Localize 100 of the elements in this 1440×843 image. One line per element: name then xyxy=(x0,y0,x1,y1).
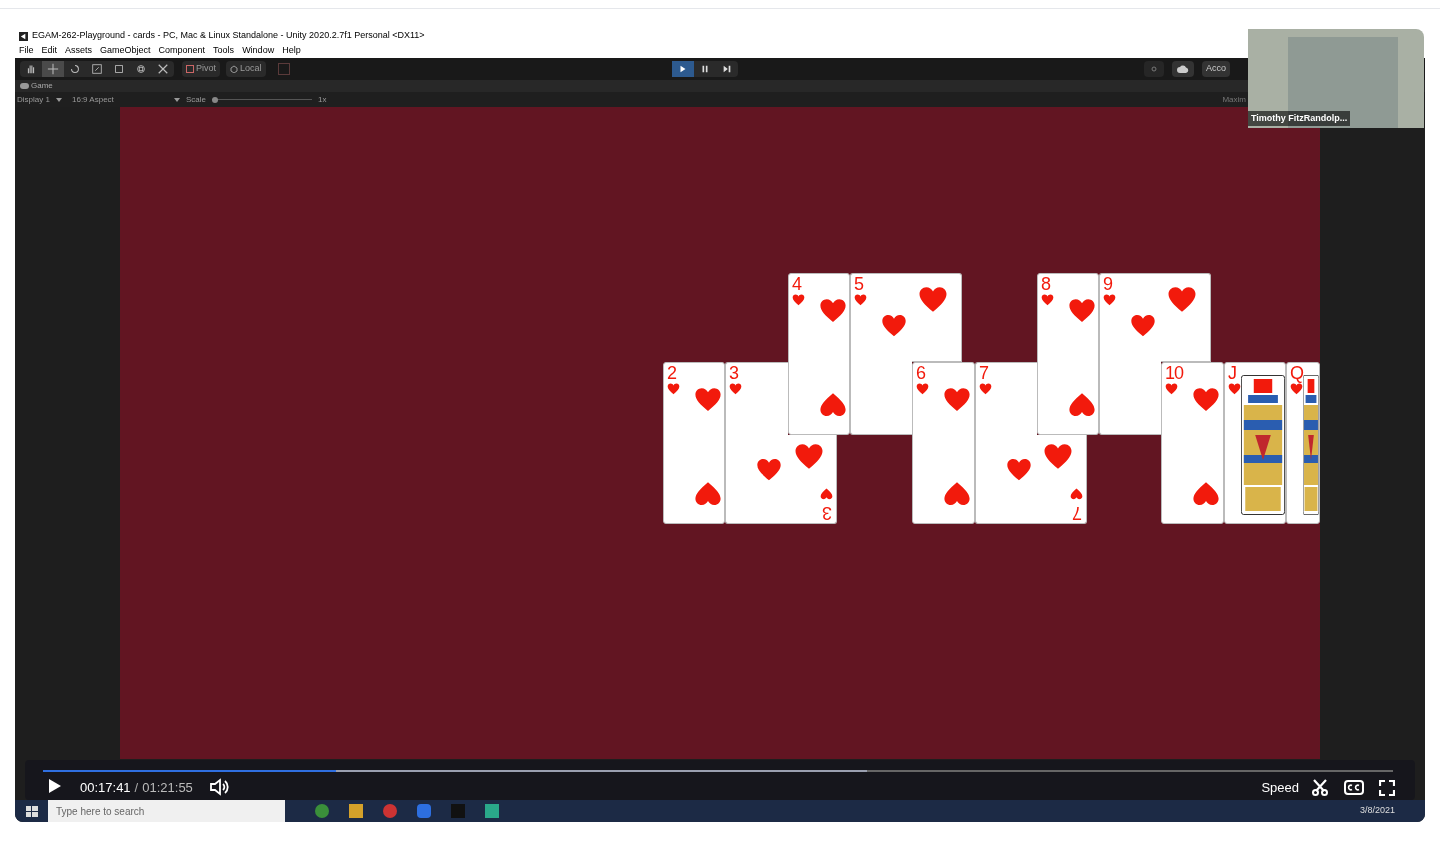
slider-thumb[interactable] xyxy=(212,96,218,103)
card-rank: 7 xyxy=(1072,503,1082,523)
playing-card[interactable]: Q xyxy=(1286,362,1320,524)
menu-item[interactable]: Window xyxy=(242,44,275,58)
pivot-button[interactable]: Pivot xyxy=(182,61,220,77)
game-tab[interactable]: Game xyxy=(31,80,53,92)
taskbar-app-icon[interactable] xyxy=(315,804,329,818)
scale-label: Scale xyxy=(186,93,206,106)
menu-item[interactable]: Edit xyxy=(41,44,58,58)
playing-card[interactable]: 7 xyxy=(975,362,1037,524)
heart-icon xyxy=(854,294,867,306)
account-button[interactable]: Acco xyxy=(1202,61,1230,77)
play-button[interactable] xyxy=(672,61,694,77)
circle-icon[interactable] xyxy=(1149,64,1159,74)
menu-item[interactable]: Assets xyxy=(65,44,93,58)
fullscreen-icon[interactable] xyxy=(1379,780,1395,796)
card-rank: 9 xyxy=(1103,274,1112,294)
taskbar-date: 3/8/2021 xyxy=(1359,804,1395,818)
menu-item[interactable]: Tools xyxy=(213,44,235,58)
card-rank: 4 xyxy=(792,274,801,294)
playing-card[interactable]: 8 xyxy=(1037,273,1099,435)
cloud-icon[interactable] xyxy=(1177,65,1189,73)
game-tab-icon xyxy=(20,83,29,89)
pivot-icon[interactable] xyxy=(186,65,194,73)
step-icon[interactable] xyxy=(722,64,732,74)
services-button[interactable] xyxy=(1144,61,1164,77)
search-placeholder: Type here to search xyxy=(56,804,145,819)
card-rank: 6 xyxy=(916,363,925,383)
cube-icon[interactable] xyxy=(230,65,238,73)
heart-icon xyxy=(918,286,948,313)
menu-item[interactable]: Component xyxy=(158,44,206,58)
playing-card[interactable]: 5 xyxy=(850,273,912,435)
playing-card[interactable]: 6 xyxy=(912,362,975,524)
heart-icon xyxy=(794,443,824,470)
card-rank: 2 xyxy=(667,363,676,383)
heart-icon xyxy=(1068,392,1096,418)
card-rank: 3 xyxy=(729,363,738,383)
pause-icon[interactable] xyxy=(700,64,710,74)
playing-card-corner[interactable]: 7 xyxy=(1037,435,1087,524)
aspect-dropdown[interactable]: 16:9 Aspect xyxy=(72,93,180,106)
display-dropdown[interactable]: Display 1 xyxy=(17,93,72,106)
heart-icon xyxy=(820,488,833,500)
current-time: 00:17:41 xyxy=(80,778,131,797)
card-rank: 3 xyxy=(822,503,832,523)
playing-card-corner[interactable]: 3 xyxy=(788,435,837,524)
playing-card[interactable]: J xyxy=(1224,362,1286,524)
scale-value: 1x xyxy=(318,93,327,106)
caret-icon[interactable] xyxy=(55,97,62,102)
menu-item[interactable]: Help xyxy=(282,44,301,58)
card-rank: 7 xyxy=(979,363,988,383)
time-separator: / xyxy=(134,778,139,797)
heart-icon xyxy=(1192,387,1220,413)
heart-icon xyxy=(916,383,929,395)
heart-icon xyxy=(1006,458,1032,482)
heart-icon xyxy=(1043,443,1073,470)
local-button[interactable]: Local xyxy=(226,61,266,77)
play-icon[interactable] xyxy=(678,64,688,74)
taskbar-app-icon[interactable] xyxy=(383,804,397,818)
menu-item[interactable]: File xyxy=(19,44,34,58)
maximize-button[interactable]: Maxim xyxy=(1222,93,1246,106)
heart-icon xyxy=(943,481,971,507)
volume-icon[interactable] xyxy=(208,778,231,796)
playing-card-corner[interactable] xyxy=(912,273,962,362)
heart-icon xyxy=(979,383,992,395)
heart-icon xyxy=(694,481,722,507)
heart-icon xyxy=(819,392,847,418)
closed-captions-icon[interactable] xyxy=(1344,780,1364,795)
hand-tool-icon[interactable] xyxy=(25,63,37,75)
move-tool-icon[interactable] xyxy=(47,63,59,75)
card-rank: 8 xyxy=(1041,274,1050,294)
heart-icon xyxy=(1290,383,1303,395)
rect-tool-icon[interactable] xyxy=(113,63,125,75)
scissors-icon[interactable] xyxy=(1311,778,1329,796)
heart-icon xyxy=(1192,481,1220,507)
card-rank: J xyxy=(1228,363,1236,383)
heart-icon xyxy=(792,294,805,306)
heart-icon xyxy=(881,314,907,338)
playing-card-corner[interactable] xyxy=(1161,273,1211,362)
menu-item[interactable]: GameObject xyxy=(100,44,151,58)
playing-card[interactable]: 9 xyxy=(1099,273,1161,435)
speed-button[interactable]: Speed xyxy=(1261,777,1299,797)
heart-icon xyxy=(1041,294,1054,306)
windows-icon[interactable] xyxy=(25,805,38,817)
playing-card[interactable]: 10 xyxy=(1161,362,1224,524)
transform-tool-icon[interactable] xyxy=(135,63,147,75)
playing-card[interactable]: 2 xyxy=(663,362,725,524)
scale-tool-icon[interactable] xyxy=(91,63,103,75)
taskbar-search-field[interactable]: Type here to search xyxy=(48,800,285,822)
cloud-button[interactable] xyxy=(1172,61,1194,77)
heart-icon xyxy=(1165,383,1178,395)
heart-icon xyxy=(756,458,782,482)
heart-icon xyxy=(667,383,680,395)
rotate-tool-icon[interactable] xyxy=(69,63,81,75)
scale-slider[interactable] xyxy=(212,95,312,104)
playing-card[interactable]: 4 xyxy=(788,273,850,435)
heart-icon xyxy=(1167,286,1197,313)
heart-icon xyxy=(943,387,971,413)
playing-card[interactable]: 3 xyxy=(725,362,788,524)
duration: 01:21:55 xyxy=(142,778,193,797)
caret-icon[interactable] xyxy=(174,97,180,102)
